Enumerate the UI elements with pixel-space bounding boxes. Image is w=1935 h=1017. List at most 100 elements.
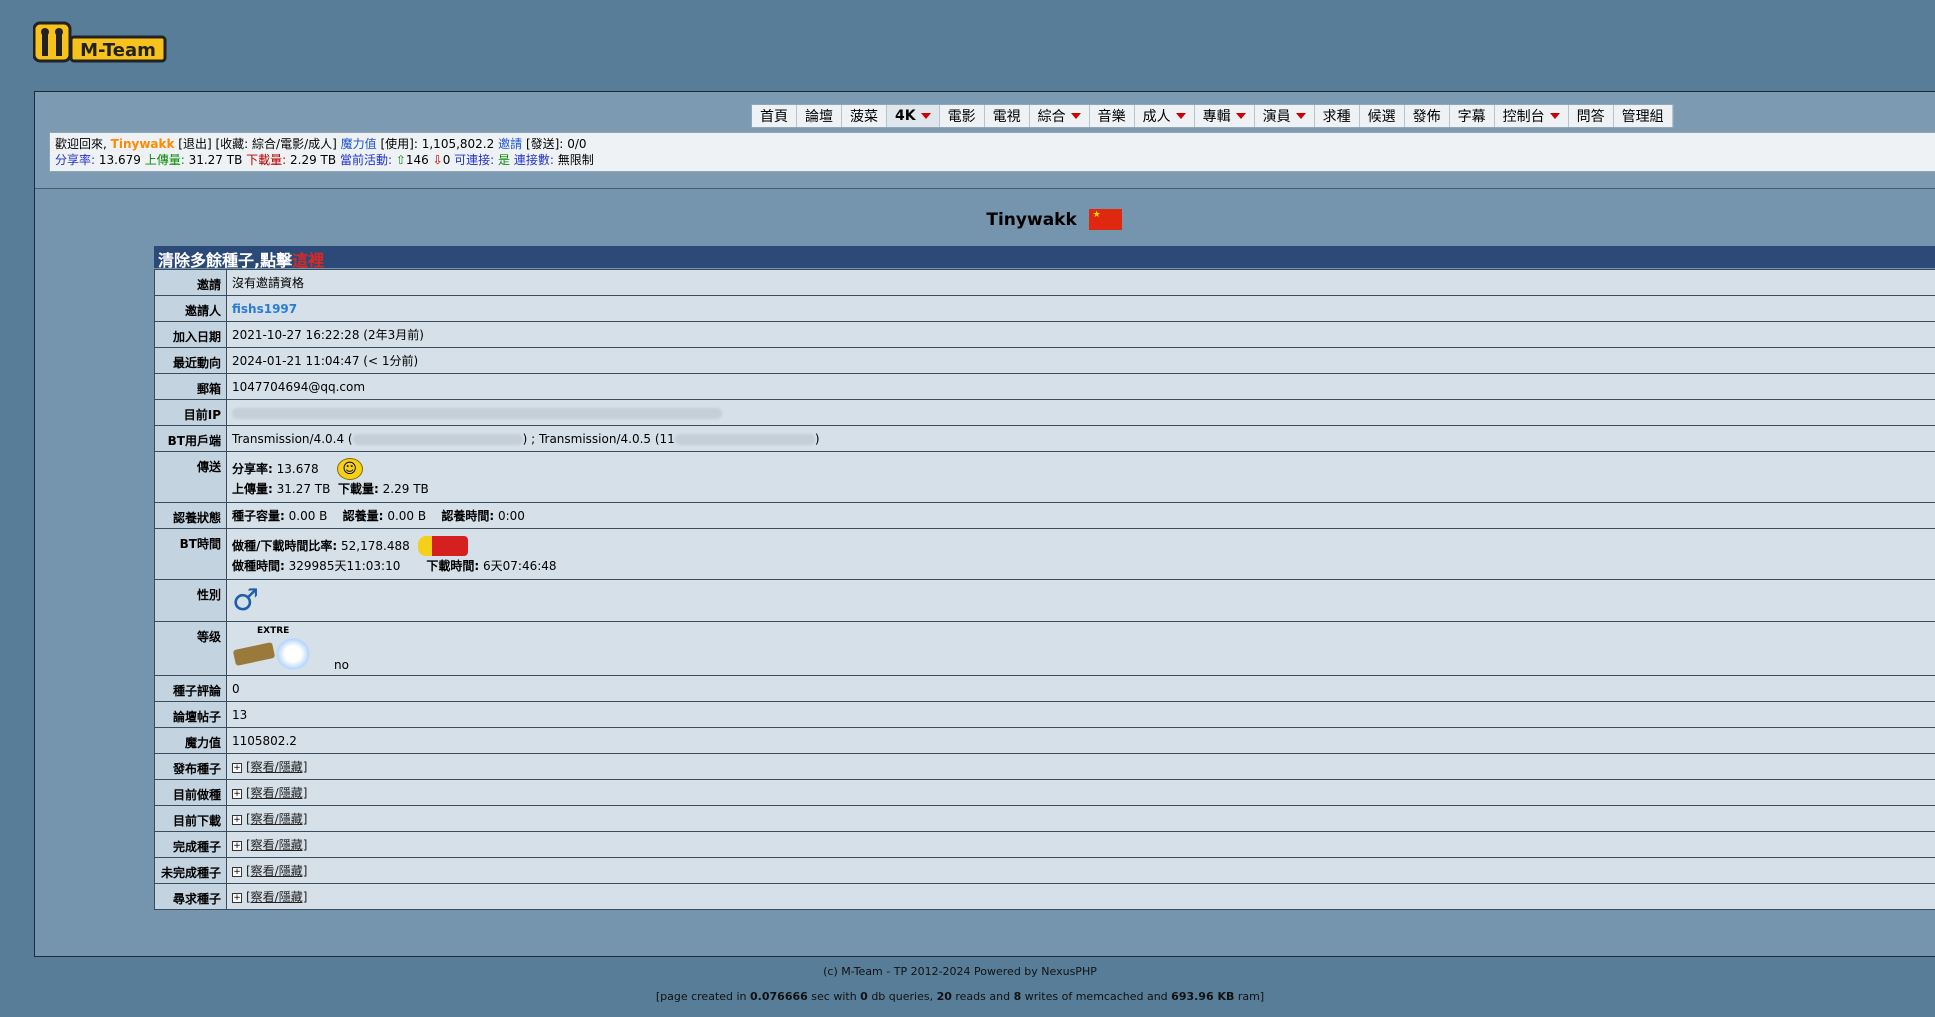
row-key: BT時間 — [154, 528, 227, 580]
nav-item[interactable]: 字幕 — [1450, 105, 1495, 127]
row-key: 傳送 — [154, 451, 227, 503]
nav-label: 控制台 — [1502, 109, 1545, 125]
nav-item[interactable]: 菠菜 — [842, 105, 887, 127]
nav-item[interactable]: 候選 — [1360, 105, 1405, 127]
invite-send-link[interactable]: [發送]: — [526, 137, 563, 151]
nav-label: 候選 — [1367, 109, 1396, 125]
row-adopt: 認養狀態 種子容量: 0.00 B 認養量: 0.00 B 認養時間: 0:00 — [154, 502, 1935, 529]
footer-text: ram] — [1234, 990, 1265, 1003]
bt-dl: 6天07:46:48 — [483, 558, 557, 573]
nav-item[interactable]: 成人 — [1135, 105, 1195, 127]
row-key: 等级 — [154, 621, 227, 676]
row-key: 目前IP — [154, 399, 227, 426]
male-icon: ♂ — [232, 582, 259, 618]
info-line-2: 分享率: 13.679 上傳量: 31.27 TB 下載量: 2.29 TB 當… — [55, 152, 1935, 168]
china-flag-icon: ★ — [1088, 209, 1122, 230]
client-text-2: ) ; Transmission/4.0.5 (11 — [522, 431, 675, 446]
downloaded-value: 2.29 TB — [290, 153, 337, 167]
nav-item[interactable]: 電視 — [985, 105, 1030, 127]
row-request-torrents: 尋求種子 + [察看/隱藏] — [154, 883, 1935, 910]
nav-item[interactable]: 綜合 — [1030, 105, 1090, 127]
row-value: 13 — [226, 701, 1935, 728]
seeding-count[interactable]: 146 — [406, 153, 429, 167]
row-value: 1105802.2 — [226, 727, 1935, 754]
row-comments: 種子評論 0 — [154, 675, 1935, 702]
row-key: 發布種子 — [154, 753, 227, 780]
expand-icon[interactable]: + — [232, 892, 242, 903]
footer-seconds: 0.076666 — [750, 990, 808, 1003]
bt-seed-label: 做種時間: — [232, 558, 285, 573]
inviter-link[interactable]: fishs1997 — [232, 302, 297, 316]
class-badge-icon: EXTRE — [232, 626, 322, 672]
expand-icon[interactable]: + — [232, 814, 242, 825]
redacted-client-1 — [352, 433, 523, 445]
transfer-up: 31.27 TB — [276, 481, 331, 496]
toggle-link[interactable]: [察看/隱藏] — [246, 838, 307, 852]
user-info-bar: 歡迎回來, Tinywakk [退出] [收藏: 綜合/電影/成人] 魔力值 [… — [49, 132, 1935, 172]
row-key: 目前做種 — [154, 779, 227, 806]
nav-item[interactable]: 求種 — [1315, 105, 1360, 127]
expand-icon[interactable]: + — [232, 788, 242, 799]
toggle-link[interactable]: [察看/隱藏] — [246, 812, 307, 826]
nav-label: 首頁 — [760, 109, 788, 125]
nav-item[interactable]: 論壇 — [797, 105, 842, 127]
adopt-size-label: 種子容量: — [232, 509, 285, 523]
expand-icon[interactable]: + — [232, 762, 242, 773]
bt-ratio: 52,178.488 — [341, 538, 410, 553]
nav-item[interactable]: 發佈 — [1405, 105, 1450, 127]
adopt-size: 0.00 B — [288, 509, 328, 523]
row-joined: 加入日期 2021-10-27 16:22:28 (2年3月前) — [154, 321, 1935, 348]
row-invite: 邀請 沒有邀請資格 — [154, 269, 1935, 296]
username-link[interactable]: Tinywakk — [111, 137, 175, 151]
smiley-icon: ☺ — [336, 457, 363, 480]
uploaded-label: 上傳量: — [144, 153, 185, 167]
row-uploaded-torrents: 發布種子 + [察看/隱藏] — [154, 753, 1935, 780]
invite-link[interactable]: 邀請 — [498, 137, 522, 151]
nav-label: 問答 — [1576, 109, 1605, 125]
bonus-value: 1,105,802.2 — [421, 137, 495, 151]
leeching-arrow-icon: ⇩ — [432, 153, 443, 167]
nav-item[interactable]: 首頁 — [752, 105, 797, 127]
nav-item[interactable]: 管理組 — [1614, 105, 1673, 127]
toggle-link[interactable]: [察看/隱藏] — [246, 890, 307, 904]
nav-item[interactable]: 演員 — [1255, 105, 1315, 127]
client-text-3: ) — [814, 431, 820, 446]
warning-text: 清除多餘種子,點擊 — [158, 251, 293, 270]
nav-item[interactable]: 音樂 — [1090, 105, 1135, 127]
row-key: 邀請人 — [154, 295, 227, 322]
row-value: 0 — [226, 675, 1935, 702]
row-key: 尋求種子 — [154, 883, 227, 910]
transfer-ratio-label: 分享率: — [232, 462, 273, 476]
nav-label: 音樂 — [1097, 109, 1126, 125]
mteam-logo[interactable]: M-Team — [33, 20, 167, 64]
bonus-use-link[interactable]: [使用]: — [380, 137, 417, 151]
logout-link[interactable]: [退出] — [178, 137, 211, 151]
toggle-link[interactable]: [察看/隱藏] — [246, 760, 307, 774]
favorites-text[interactable]: [收藏: 綜合/電影/成人] — [216, 137, 337, 151]
nav-item[interactable]: 問答 — [1569, 105, 1614, 127]
nav-label: 專輯 — [1202, 109, 1231, 125]
toggle-link[interactable]: [察看/隱藏] — [246, 864, 307, 878]
toggle-link[interactable]: [察看/隱藏] — [246, 786, 307, 800]
nav-item[interactable]: 4K — [887, 105, 940, 127]
nav-item[interactable]: 控制台 — [1495, 105, 1569, 127]
nav-label: 4K — [895, 108, 916, 124]
adopt-amount-label: 認養量: — [342, 509, 384, 523]
row-key: 郵箱 — [154, 373, 227, 400]
row-email: 郵箱 1047704694@qq.com — [154, 373, 1935, 400]
bonus-link[interactable]: 魔力值 — [341, 137, 377, 151]
main-frame: 首頁 論壇 菠菜 4K 電影 電視 綜合 音樂 成人 專輯 演員 求種 候選 發佈 字幕 控制台 問答 管理組 歡… — [34, 91, 1935, 957]
row-transfer: 傳送 分享率: 13.678 ☺ 上傳量: 31.27 TB 下載量: 2.29 … — [154, 451, 1935, 503]
profile-header: Tinywakk ★ — [154, 209, 1935, 230]
nav-item[interactable]: 電影 — [940, 105, 985, 127]
adopt-amount: 0.00 B — [387, 509, 427, 523]
row-bt-time: BT時間 做種/下載時間比率: 52,178.488 做種時間: 329985天… — [154, 528, 1935, 580]
expand-icon[interactable]: + — [232, 840, 242, 851]
logo-text: M-Team — [80, 40, 156, 61]
leeching-count[interactable]: 0 — [443, 153, 451, 167]
warning-link[interactable]: 這裡 — [292, 251, 324, 270]
nav-item[interactable]: 專輯 — [1195, 105, 1255, 127]
row-key: 邀請 — [154, 269, 227, 296]
row-value: 2024-01-21 11:04:47 (< 1分前) — [226, 347, 1935, 374]
expand-icon[interactable]: + — [232, 866, 242, 877]
